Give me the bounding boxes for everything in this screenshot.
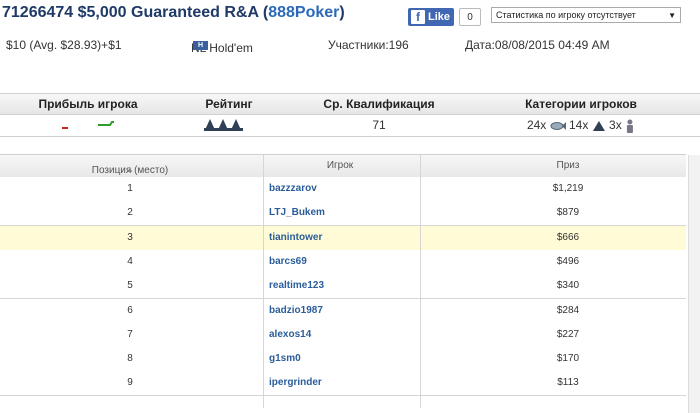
header-prize[interactable]: Приз	[557, 160, 580, 171]
title-prefix: 71266474 $5,000 Guaranteed R&A (	[2, 4, 269, 21]
results-scrollbar[interactable]	[688, 155, 700, 413]
site-link[interactable]: 888Poker	[268, 4, 339, 21]
player-link[interactable]: g1sm0	[269, 353, 301, 364]
facebook-icon: f	[411, 10, 425, 24]
player-link[interactable]: realtime123	[269, 280, 324, 291]
profit-sparkline-icon	[62, 121, 114, 129]
position-cell: 2	[127, 207, 133, 219]
fb-like-label: Like	[428, 11, 451, 23]
header-player-profit: Прибыль игрока	[38, 97, 138, 111]
prize-cell: $1,219	[552, 183, 584, 194]
table-row: 2 LTJ_Bukem $879	[0, 201, 686, 227]
player-link[interactable]: alexos14	[269, 329, 311, 340]
position-cell: 9	[127, 377, 133, 389]
prize-cell: $340	[556, 280, 580, 292]
table-row: 5 realtime123 $340	[0, 274, 686, 300]
prize-cell: $879	[556, 207, 580, 219]
chevron-down-icon: ▼	[668, 10, 676, 20]
player-stats-select[interactable]: Статистика по игроку отсутствует ▼	[491, 7, 681, 23]
prize-cell: $496	[556, 255, 580, 267]
position-cell: 8	[127, 353, 133, 365]
tournament-info-bar: $10 (Avg. $28.93)+$1 NL Hold'em H Участни…	[0, 35, 700, 57]
position-cell: 7	[127, 328, 133, 340]
game-badge-icon: H	[193, 41, 208, 50]
header-player[interactable]: Игрок	[327, 160, 353, 171]
sort-icon: ▲	[126, 165, 134, 174]
tournament-title: 71266474 $5,000 Guaranteed R&A (888Poker…	[2, 4, 345, 22]
prize-cell: $113	[557, 377, 579, 389]
rating-icon	[204, 119, 243, 131]
header-player-categories: Категории игроков	[525, 97, 637, 111]
column-divider	[420, 154, 421, 408]
table-row: 8 g1sm0 $170	[0, 347, 686, 373]
avg-qualification-value: 71	[372, 118, 386, 132]
fish-icon	[550, 121, 566, 130]
position-cell: 6	[127, 304, 133, 316]
participants-text: Участники:196	[328, 38, 409, 52]
table-row: 9 ipergrinder $113	[0, 371, 686, 397]
player-link[interactable]: barcs69	[269, 256, 307, 267]
header-avg-qualification: Ср. Квалификация	[323, 97, 435, 111]
player-link[interactable]: ipergrinder	[269, 377, 322, 388]
column-divider	[263, 154, 264, 408]
player-link[interactable]: tianintower	[269, 232, 322, 243]
stats-value-row: 71 24x 14x 3x	[0, 114, 700, 137]
prize-cell: $284	[556, 304, 580, 316]
position-cell: 3	[127, 231, 133, 243]
player-figure-icon	[627, 119, 634, 133]
table-row: 1 bazzzarov $1,219	[0, 177, 686, 202]
results-header-row: Позиция (место) ▲ Игрок Приз	[0, 154, 686, 178]
facebook-like-button[interactable]: f Like	[408, 8, 454, 26]
player-link[interactable]: LTJ_Bukem	[269, 207, 325, 218]
position-cell: 1	[127, 183, 133, 194]
player-categories-value: 24x 14x 3x	[527, 118, 635, 133]
prize-cell: $666	[556, 231, 580, 243]
table-row: 4 barcs69 $496	[0, 249, 686, 275]
player-link[interactable]: bazzzarov	[269, 183, 317, 194]
table-row: 6 badzio1987 $284	[0, 298, 686, 324]
date-text: Дата:08/08/2015 04:49 AM	[465, 38, 610, 52]
category-figure-count: 3x	[609, 118, 622, 132]
header-rating: Рейтинг	[205, 97, 253, 111]
title-suffix: )	[339, 4, 345, 21]
buyin-text: $10 (Avg. $28.93)+$1	[6, 38, 122, 52]
position-cell: 4	[127, 255, 133, 267]
player-link[interactable]: badzio1987	[269, 305, 323, 316]
fb-like-count: 0	[459, 8, 481, 26]
table-row: 7 alexos14 $227	[0, 322, 686, 348]
stats-header-row: Прибыль игрока Рейтинг Ср. Квалификация …	[0, 93, 700, 115]
prize-cell: $170	[556, 353, 580, 365]
player-stats-select-value: Статистика по игроку отсутствует	[496, 10, 636, 20]
prize-cell: $227	[556, 328, 580, 340]
position-cell: 5	[127, 280, 133, 292]
category-shark-count: 14x	[568, 118, 589, 132]
category-fish-count: 24x	[526, 118, 547, 132]
table-row: 3 tianintower $666	[0, 225, 686, 251]
tournament-stats-table: Прибыль игрока Рейтинг Ср. Квалификация …	[0, 93, 700, 137]
shark-icon	[592, 120, 605, 131]
